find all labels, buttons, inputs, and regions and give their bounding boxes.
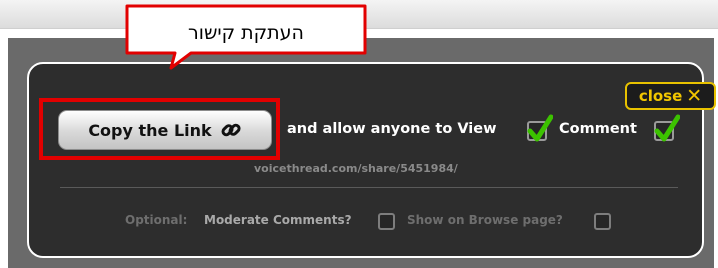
moderate-comments-label: Moderate Comments? [204, 213, 352, 227]
checkmark-icon [527, 114, 553, 142]
comment-label: Comment [559, 121, 637, 137]
comment-checkbox[interactable] [654, 114, 680, 142]
show-on-browse-checkbox[interactable] [594, 213, 611, 230]
share-url-link[interactable]: voicethread.com/share/5451984/ [254, 162, 458, 175]
allow-view-label: and allow anyone to View [287, 121, 497, 137]
checkmark-icon [654, 114, 680, 142]
copy-link-highlight-box [39, 98, 280, 160]
divider [60, 187, 678, 188]
show-on-browse-label: Show on Browse page? [407, 213, 563, 227]
close-x-icon: ✕ [686, 84, 703, 107]
callout-text: העתקת קישור [188, 22, 304, 44]
view-checkbox[interactable] [527, 114, 553, 142]
optional-label: Optional: [125, 213, 188, 227]
moderate-comments-checkbox[interactable] [378, 213, 395, 230]
close-button[interactable]: close ✕ [625, 82, 716, 110]
close-label: close [638, 87, 683, 105]
